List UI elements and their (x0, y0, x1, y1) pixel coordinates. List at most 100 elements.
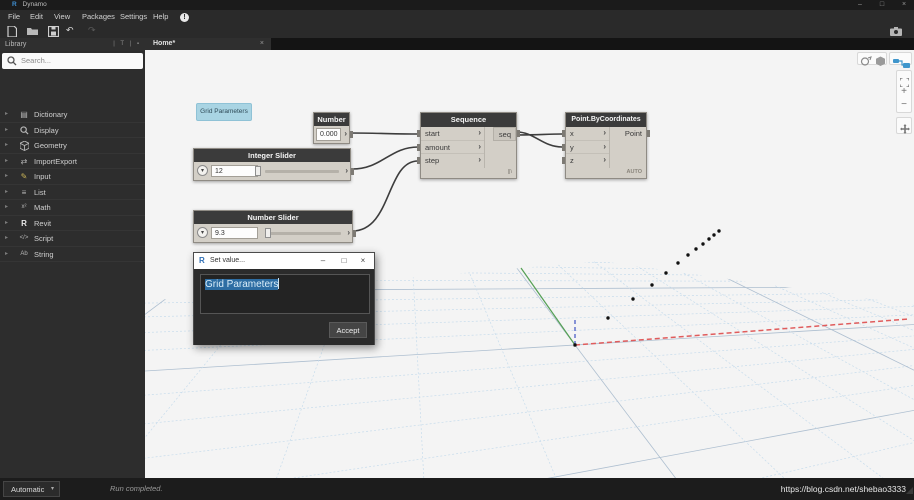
fit-view-icon[interactable] (897, 71, 911, 88)
orbit-icon[interactable] (860, 54, 872, 72)
dialog-close-button[interactable]: × (354, 253, 372, 269)
save-icon[interactable] (48, 26, 60, 37)
input-port-z[interactable]: z › (566, 154, 609, 168)
search-input[interactable]: Search... (2, 53, 143, 69)
output-port-chevron[interactable]: › (345, 166, 348, 175)
input-port-y[interactable]: y › (566, 141, 609, 154)
expand-arrow-icon[interactable]: ▸ (5, 138, 8, 153)
graph-view-toggle[interactable] (889, 52, 912, 68)
sidebar-item-input[interactable]: ▸ ✎ Input (0, 169, 145, 185)
output-port-nub[interactable] (351, 168, 354, 175)
sidebar-item-geometry[interactable]: ▸ Geometry (0, 138, 145, 154)
grid-parameters-note[interactable]: Grid Parameters (196, 103, 252, 121)
sidebar-item-label: ImportExport (34, 156, 77, 166)
slider-expand-icon[interactable]: ▾ (197, 165, 208, 176)
expand-arrow-icon[interactable]: ▸ (5, 200, 8, 215)
expand-arrow-icon[interactable]: ▸ (5, 231, 8, 246)
open-file-icon[interactable] (27, 26, 39, 36)
lacing-icon[interactable]: ||\ (508, 169, 512, 175)
expand-arrow-icon[interactable]: ▸ (5, 185, 8, 200)
window-minimize-button[interactable]: – (852, 0, 868, 10)
input-nub-step[interactable] (417, 157, 420, 164)
zoom-controls: + − (896, 70, 912, 113)
dialog-maximize-button[interactable]: □ (335, 253, 353, 269)
slider-handle[interactable] (255, 166, 261, 176)
expand-arrow-icon[interactable]: ▸ (5, 154, 8, 169)
notifications-icon[interactable]: ! (180, 13, 189, 22)
input-nub-amount[interactable] (417, 144, 420, 151)
undo-icon[interactable]: ↶ (66, 24, 74, 38)
expand-arrow-icon[interactable]: ▸ (5, 169, 8, 184)
port-label: start (425, 129, 440, 138)
pan-control[interactable] (896, 117, 912, 134)
menu-packages[interactable]: Packages (82, 10, 115, 24)
slider-track[interactable] (265, 170, 339, 173)
output-port-point[interactable]: Point (620, 127, 646, 141)
menu-view[interactable]: View (54, 10, 70, 24)
sidebar-item-importexport[interactable]: ▸ ⇄ ImportExport (0, 154, 145, 169)
menu-help[interactable]: Help (153, 10, 168, 24)
accept-button[interactable]: Accept (329, 322, 367, 338)
input-port-step[interactable]: step › (421, 154, 484, 168)
expand-arrow-icon[interactable]: ▸ (5, 123, 8, 138)
geometry-view-icon[interactable] (875, 54, 886, 72)
slider-value-input[interactable]: 12 (211, 165, 258, 177)
menu-settings[interactable]: Settings (120, 10, 147, 24)
watermark-url: https://blog.csdn.net/shebao3333 (780, 484, 906, 494)
sidebar-item-label: Display (34, 125, 59, 135)
output-port-chevron[interactable]: › (344, 129, 347, 138)
tab-home[interactable]: Home* × (145, 38, 271, 50)
node-sequence[interactable]: Sequence start › amount › step › seq ||\ (417, 112, 520, 179)
sidebar-item-script[interactable]: ▸ </> Script (0, 231, 145, 247)
output-port-nub[interactable] (353, 230, 356, 237)
dialog-minimize-button[interactable]: – (314, 253, 332, 269)
slider-handle[interactable] (265, 228, 271, 238)
expand-arrow-icon[interactable]: ▸ (5, 107, 8, 122)
output-port-seq[interactable]: seq (493, 127, 516, 141)
menu-file[interactable]: File (8, 10, 20, 24)
slider-expand-icon[interactable]: ▾ (197, 227, 208, 238)
sidebar-item-math[interactable]: ▸ x² Math (0, 200, 145, 216)
slider-track[interactable] (265, 232, 341, 235)
expand-arrow-icon[interactable]: ▸ (5, 247, 8, 262)
node-number[interactable]: Number 0.000 › (313, 112, 353, 144)
input-nub-y[interactable] (562, 144, 565, 151)
number-value-input[interactable]: 0.000 (316, 128, 341, 141)
output-port-chevron[interactable]: › (347, 228, 350, 237)
zoom-out-button[interactable]: − (897, 99, 911, 113)
expand-arrow-icon[interactable]: ▸ (5, 216, 8, 231)
output-nub-point[interactable] (647, 130, 650, 137)
sidebar-item-dictionary[interactable]: ▸ ▤ Dictionary (0, 107, 145, 123)
input-port-start[interactable]: start › (421, 127, 484, 141)
redo-icon[interactable]: ↷ (88, 24, 96, 38)
node-integer-slider[interactable]: Integer Slider ▾ 12 › (193, 148, 354, 181)
node-point-bycoordinates[interactable]: Point.ByCoordinates x › y › z › Point AU… (562, 112, 650, 179)
input-port-x[interactable]: x › (566, 127, 609, 141)
library-filter-icons[interactable]: | T | ▪ (113, 38, 141, 51)
lacing-auto-label[interactable]: AUTO (627, 169, 642, 175)
window-close-button[interactable]: × (896, 0, 912, 10)
input-port-amount[interactable]: amount › (421, 141, 484, 154)
tab-close-icon[interactable]: × (260, 38, 264, 50)
node-title: Point.ByCoordinates (566, 113, 646, 127)
output-nub-seq[interactable] (517, 130, 520, 137)
window-maximize-button[interactable]: □ (874, 0, 890, 10)
sidebar-item-display[interactable]: ▸ Display (0, 123, 145, 138)
slider-value-input[interactable]: 9.3 (211, 227, 258, 239)
resize-grip[interactable] (906, 481, 913, 499)
run-mode-select[interactable]: Automatic ▾ (3, 481, 60, 497)
dialog-title-bar[interactable]: R Set value... – □ × (194, 253, 374, 269)
input-nub-start[interactable] (417, 130, 420, 137)
text-caret (278, 278, 280, 289)
export-image-camera-icon[interactable] (890, 27, 902, 37)
output-port-nub[interactable] (350, 131, 353, 138)
sidebar-item-revit[interactable]: ▸ R Revit (0, 216, 145, 231)
input-nub-z[interactable] (562, 157, 565, 164)
node-number-slider[interactable]: Number Slider ▾ 9.3 › (193, 210, 356, 243)
sidebar-item-list[interactable]: ▸ ≡ List (0, 185, 145, 200)
menu-edit[interactable]: Edit (30, 10, 43, 24)
value-text-input[interactable]: Grid Parameters (200, 274, 370, 314)
new-file-icon[interactable] (7, 26, 19, 37)
sidebar-item-string[interactable]: ▸ Ab String (0, 247, 145, 262)
input-nub-x[interactable] (562, 130, 565, 137)
